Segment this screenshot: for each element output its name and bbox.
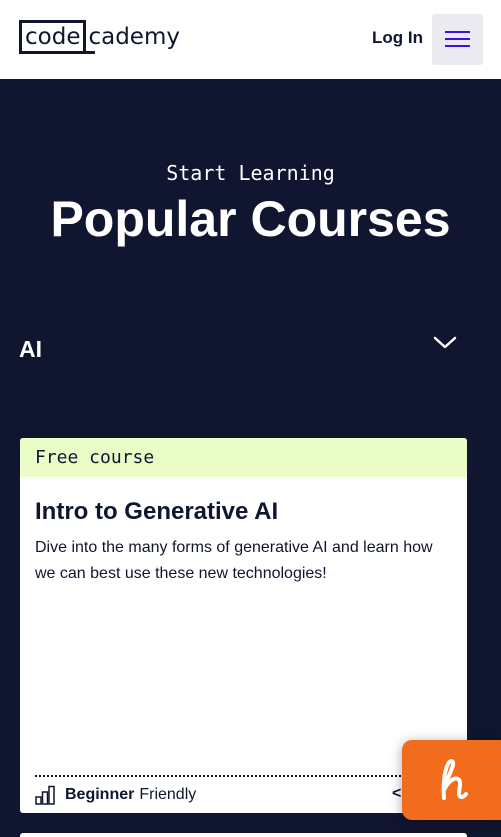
card-divider: [35, 775, 453, 777]
card-trailing-text: <: [392, 785, 402, 802]
site-header: code cademy Log In: [0, 0, 501, 79]
bar-chart-icon: [35, 785, 55, 805]
honey-h-logo-icon: [441, 759, 468, 800]
section-title: Popular Courses: [50, 191, 451, 247]
logo-cademy-text: cademy: [85, 24, 180, 54]
logo-cursor: [85, 51, 96, 54]
course-title: Intro to Generative AI: [35, 498, 279, 525]
menu-button[interactable]: [432, 14, 483, 65]
hamburger-menu-icon-line-3: [445, 45, 470, 47]
chevron-down-icon[interactable]: [432, 333, 458, 353]
next-course-card[interactable]: [20, 833, 467, 837]
level-strong-text: Beginner: [65, 786, 135, 803]
login-link[interactable]: Log In: [372, 28, 423, 48]
category-selector-label[interactable]: AI: [19, 336, 42, 363]
hamburger-menu-icon: [445, 31, 470, 33]
course-description: Dive into the many forms of generative A…: [35, 539, 433, 582]
logo-cademy-label: cademy: [88, 24, 180, 50]
logo-code-box: code: [19, 20, 87, 54]
free-course-tag: Free course: [20, 438, 467, 477]
course-card[interactable]: Free course Intro to Generative AI Dive …: [20, 438, 467, 813]
section-eyebrow: Start Learning: [166, 161, 335, 185]
level-rest-text: Friendly: [139, 786, 197, 803]
difficulty-level: Beginner Friendly: [35, 784, 196, 806]
hamburger-menu-icon-line-2: [445, 38, 470, 40]
logo-code-text: code: [25, 23, 81, 50]
codecademy-logo[interactable]: code cademy: [19, 20, 180, 54]
honey-widget-button[interactable]: [402, 740, 501, 820]
